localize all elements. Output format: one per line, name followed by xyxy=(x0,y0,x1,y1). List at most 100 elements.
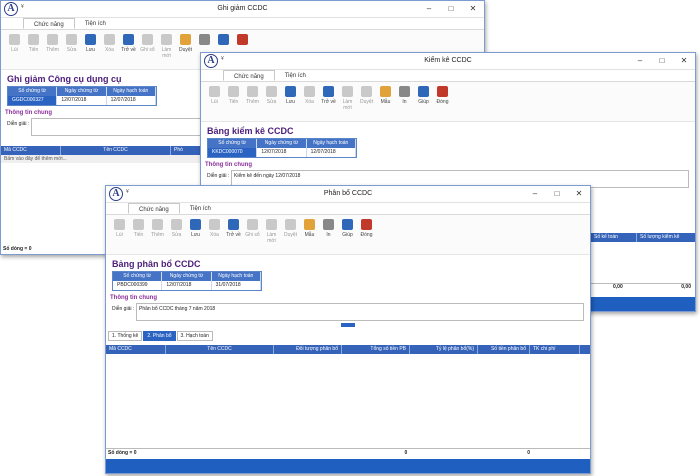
voucher-date-field[interactable]: 12/07/2018 xyxy=(57,96,107,105)
close-form-label: Đóng xyxy=(360,232,373,238)
voucher-date-field[interactable]: 12/07/2018 xyxy=(162,281,212,290)
print-button[interactable]: In xyxy=(319,217,338,252)
col-so-tien-pb[interactable]: Số tiền phân bổ xyxy=(478,345,530,354)
approve-button[interactable]: Duyệt xyxy=(281,217,300,252)
back-button[interactable]: Lùi xyxy=(5,32,24,67)
posting-date-field[interactable]: 12/07/2018 xyxy=(106,96,156,105)
edit-button[interactable]: Sửa xyxy=(167,217,186,252)
maximize-button[interactable]: □ xyxy=(440,1,462,17)
back-button[interactable]: Lùi xyxy=(110,217,129,252)
add-button[interactable]: Thêm xyxy=(243,84,262,119)
col-ten-ccdc[interactable]: Tên CCDC xyxy=(61,146,171,155)
col-tong-so-tien[interactable]: Tổng số tiền PB xyxy=(342,345,410,354)
forward-button[interactable]: Tiến xyxy=(129,217,148,252)
voucher-no-header: Số chứng từ xyxy=(113,272,163,281)
delete-button[interactable]: Xóa xyxy=(100,32,119,67)
save-button[interactable]: Lưu xyxy=(186,217,205,252)
total-amount: 0 xyxy=(404,450,408,456)
forward-button[interactable]: Tiến xyxy=(224,84,243,119)
col-so-luong-kiem-ke[interactable]: Số lượng kiểm kê xyxy=(637,233,695,242)
refresh-button[interactable]: Làm mới xyxy=(157,32,176,67)
maximize-button[interactable]: □ xyxy=(546,186,568,202)
print-button[interactable]: In xyxy=(395,84,414,119)
back-button[interactable]: Lùi xyxy=(205,84,224,119)
edit-button[interactable]: Sửa xyxy=(262,84,281,119)
help-book-icon xyxy=(218,34,229,45)
delete-button[interactable]: Xóa xyxy=(300,84,319,119)
col-ten-ccdc[interactable]: Tên CCDC xyxy=(166,345,274,354)
edit-button[interactable]: Sửa xyxy=(62,32,81,67)
forward-button[interactable]: Tiến xyxy=(24,32,43,67)
voucher-date-field[interactable]: 12/07/2018 xyxy=(257,148,307,157)
voucher-no-field[interactable]: GGDC000327 xyxy=(8,96,58,105)
edit-label: Sửa xyxy=(66,47,77,53)
posting-date-field[interactable]: 12/07/2018 xyxy=(306,148,356,157)
total-allocated: 0 xyxy=(527,450,530,456)
delete-button[interactable]: Xóa xyxy=(205,217,224,252)
approve-icon xyxy=(180,34,191,45)
splitter-handle[interactable] xyxy=(341,323,355,327)
tab-phan-bo[interactable]: 2. Phân bổ xyxy=(143,331,176,341)
col-doi-tuong[interactable]: Đối tượng phân bổ xyxy=(274,345,342,354)
approve-button[interactable]: Duyệt xyxy=(176,32,195,67)
title-bar[interactable]: A ¥ Ghi giảm CCDC – □ ✕ xyxy=(1,1,484,18)
close-form-button[interactable]: Đóng xyxy=(433,84,452,119)
approve-icon xyxy=(361,86,372,97)
add-label: Thêm xyxy=(46,47,59,53)
title-bar[interactable]: A ¥ Kiểm kê CCDC – □ ✕ xyxy=(201,53,695,70)
template-button[interactable]: Mẫu xyxy=(376,84,395,119)
approve-button[interactable]: Duyệt xyxy=(357,84,376,119)
col-ma-ccdc[interactable]: Mã CCDC xyxy=(1,146,61,155)
maximize-button[interactable]: □ xyxy=(651,53,673,69)
tab-thong-ke[interactable]: 1. Thống kê xyxy=(108,331,143,341)
tab-chuc-nang[interactable]: Chức năng xyxy=(23,18,75,29)
template-button[interactable]: Mẫu xyxy=(300,217,319,252)
undo-button[interactable]: Trở về xyxy=(119,32,138,67)
tab-tien-ich[interactable]: Tiện ích xyxy=(275,70,316,81)
add-button[interactable]: Thêm xyxy=(148,217,167,252)
col-ma-ccdc[interactable]: Mã CCDC xyxy=(106,345,166,354)
help-button[interactable]: Giúp xyxy=(338,217,357,252)
description-label: Diễn giải : xyxy=(7,121,30,127)
undo-button[interactable]: Trở về xyxy=(319,84,338,119)
tab-hach-toan[interactable]: 3. Hạch toán xyxy=(176,331,213,341)
minimize-button[interactable]: – xyxy=(418,1,440,17)
add-row-hint[interactable]: Bấm vào đây để thêm mới... xyxy=(1,155,211,163)
close-form-button[interactable]: Đóng xyxy=(357,217,376,252)
voucher-no-field[interactable]: PBDC000399 xyxy=(113,281,163,290)
posting-date-field[interactable]: 31/07/2018 xyxy=(211,281,261,290)
refresh-button[interactable]: Làm mới xyxy=(338,84,357,119)
col-so-ke-toan[interactable]: Số kế toán xyxy=(591,233,637,242)
minimize-button[interactable]: – xyxy=(524,186,546,202)
help-button[interactable]: Giúp xyxy=(414,84,433,119)
description-field[interactable] xyxy=(31,118,207,136)
description-field[interactable]: Phân bổ CCDC tháng 7 năm 2018 xyxy=(136,303,584,321)
col-ty-le[interactable]: Tỷ lệ phân bổ(%) xyxy=(410,345,478,354)
refresh-label: Làm mới xyxy=(342,99,353,111)
tab-tien-ich[interactable]: Tiện ích xyxy=(75,18,116,29)
post-button[interactable]: Ghi sổ xyxy=(138,32,157,67)
close-button[interactable]: ✕ xyxy=(462,1,484,17)
save-button[interactable]: Lưu xyxy=(281,84,300,119)
minimize-button[interactable]: – xyxy=(629,53,651,69)
post-button[interactable]: Ghi sổ xyxy=(243,217,262,252)
col-tk-chi-phi[interactable]: TK chi phí xyxy=(530,345,580,354)
bottom-bar xyxy=(106,459,590,473)
detail-tabs: 1. Thống kê 2. Phân bổ 3. Hạch toán xyxy=(108,331,590,341)
tab-tien-ich[interactable]: Tiện ích xyxy=(180,203,221,214)
close-button[interactable]: ✕ xyxy=(673,53,695,69)
undo-button[interactable]: Trở về xyxy=(224,217,243,252)
add-button[interactable]: Thêm xyxy=(43,32,62,67)
window-title: Kiểm kê CCDC xyxy=(424,57,472,64)
back-label: Lùi xyxy=(211,99,218,105)
tab-chuc-nang[interactable]: Chức năng xyxy=(223,70,275,81)
save-button[interactable]: Lưu xyxy=(81,32,100,67)
close-button[interactable]: ✕ xyxy=(568,186,590,202)
voucher-no-field[interactable]: KKDC000070 xyxy=(208,148,258,157)
refresh-button[interactable]: Làm mới xyxy=(262,217,281,252)
tab-chuc-nang[interactable]: Chức năng xyxy=(128,203,180,214)
title-bar[interactable]: A ¥ Phân bổ CCDC – □ ✕ xyxy=(106,186,590,203)
page-heading: Bảng phân bổ CCDC xyxy=(112,259,201,269)
edit-doc-icon xyxy=(266,86,277,97)
back-arrow-icon xyxy=(9,34,20,45)
